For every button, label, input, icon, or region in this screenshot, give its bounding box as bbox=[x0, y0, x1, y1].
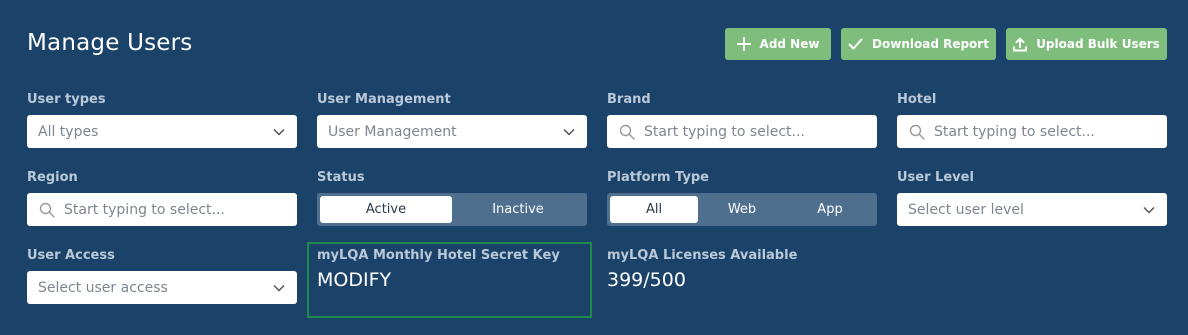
download-report-label: Download Report bbox=[872, 37, 989, 51]
status-option-active[interactable]: Active bbox=[320, 196, 452, 223]
search-icon bbox=[909, 124, 925, 140]
user-level-select[interactable]: Select user level bbox=[897, 193, 1167, 226]
user-types-label: User types bbox=[27, 92, 106, 107]
user-types-value: All types bbox=[38, 123, 99, 140]
status-label: Status bbox=[317, 170, 365, 185]
brand-search-input[interactable]: Start typing to select... bbox=[607, 115, 877, 148]
user-management-select[interactable]: User Management bbox=[317, 115, 587, 148]
check-icon bbox=[848, 38, 863, 50]
region-placeholder: Start typing to select... bbox=[64, 201, 225, 218]
user-access-label: User Access bbox=[27, 248, 115, 263]
user-level-placeholder: Select user level bbox=[908, 201, 1024, 218]
add-new-label: Add New bbox=[759, 37, 820, 51]
secret-key-label: myLQA Monthly Hotel Secret Key bbox=[317, 248, 560, 263]
user-access-placeholder: Select user access bbox=[38, 279, 168, 296]
add-new-button[interactable]: Add New bbox=[725, 28, 831, 60]
download-report-button[interactable]: Download Report bbox=[841, 28, 996, 60]
user-level-label: User Level bbox=[897, 170, 974, 185]
chevron-down-icon bbox=[563, 128, 575, 136]
page-title: Manage Users bbox=[27, 30, 193, 56]
region-search-input[interactable]: Start typing to select... bbox=[27, 193, 297, 226]
search-icon bbox=[39, 202, 55, 218]
platform-type-label: Platform Type bbox=[607, 170, 709, 185]
platform-option-web[interactable]: Web bbox=[698, 196, 786, 223]
platform-option-app[interactable]: App bbox=[786, 196, 874, 223]
user-management-value: User Management bbox=[328, 123, 457, 140]
hotel-search-input[interactable]: Start typing to select... bbox=[897, 115, 1167, 148]
chevron-down-icon bbox=[273, 128, 285, 136]
plus-icon bbox=[736, 37, 751, 51]
upload-bulk-users-label: Upload Bulk Users bbox=[1036, 37, 1160, 51]
upload-icon bbox=[1013, 37, 1028, 52]
chevron-down-icon bbox=[273, 284, 285, 292]
status-toggle[interactable]: Active Inactive bbox=[317, 193, 587, 226]
chevron-down-icon bbox=[1143, 206, 1155, 214]
hotel-label: Hotel bbox=[897, 92, 937, 107]
user-types-select[interactable]: All types bbox=[27, 115, 297, 148]
platform-type-toggle[interactable]: All Web App bbox=[607, 193, 877, 226]
secret-key-value[interactable]: MODIFY bbox=[317, 269, 391, 291]
brand-placeholder: Start typing to select... bbox=[644, 123, 805, 140]
region-label: Region bbox=[27, 170, 78, 185]
licenses-label: myLQA Licenses Available bbox=[607, 248, 798, 263]
search-icon bbox=[619, 124, 635, 140]
licenses-value: 399/500 bbox=[607, 269, 686, 291]
user-management-label: User Management bbox=[317, 92, 451, 107]
platform-option-all[interactable]: All bbox=[610, 196, 698, 223]
brand-label: Brand bbox=[607, 92, 651, 107]
hotel-placeholder: Start typing to select... bbox=[934, 123, 1095, 140]
user-access-select[interactable]: Select user access bbox=[27, 271, 297, 304]
upload-bulk-users-button[interactable]: Upload Bulk Users bbox=[1006, 28, 1167, 60]
status-option-inactive[interactable]: Inactive bbox=[452, 196, 584, 223]
